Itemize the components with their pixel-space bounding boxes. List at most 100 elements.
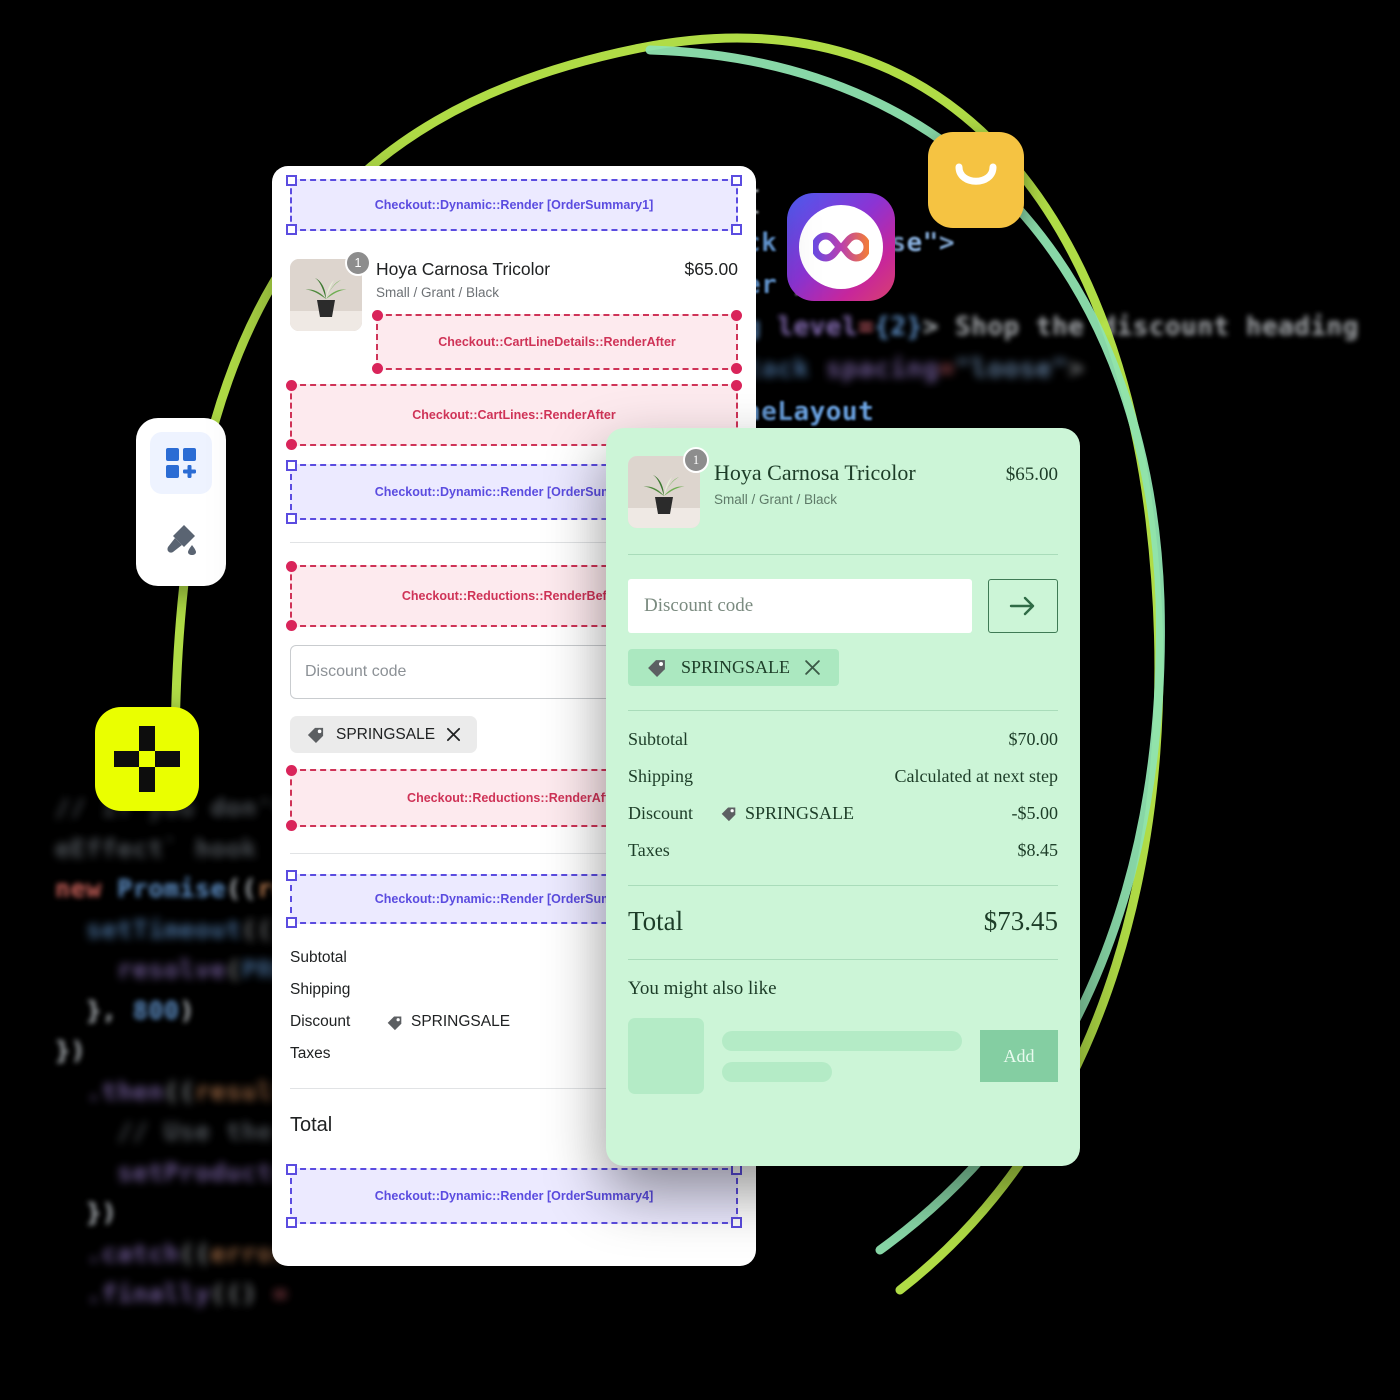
grid-plus-icon [166,448,196,478]
suggestion-text-placeholders [722,1030,962,1082]
paintbrush-icon[interactable] [150,508,212,570]
discount-code-label: SPRINGSALE [411,1013,511,1030]
handle-top-left[interactable] [286,765,297,776]
product-price: $65.00 [684,259,738,279]
apply-discount-button[interactable] [988,579,1058,633]
handle-top-left[interactable] [372,310,383,321]
skeleton-line-primary [722,1030,962,1051]
handle-bottom-right[interactable] [731,1217,742,1228]
close-icon[interactable] [804,659,821,676]
total-line-label: Subtotal [628,729,689,749]
tag-icon [307,727,324,744]
suggestion-row: Add [628,1018,1058,1094]
total-line-label: Taxes [628,840,670,860]
annotation-label: Checkout::CartLineDetails::RenderAfter [438,335,676,349]
handle-top-left[interactable] [286,561,297,572]
total-line-label: Subtotal [290,949,347,966]
handle-top-right[interactable] [731,175,742,186]
divider [628,710,1058,711]
total-row: Total $73.45 [628,906,1058,937]
total-line-label: Taxes [290,1045,331,1062]
discount-entry-row: Discount code [628,579,1058,633]
styled-checkout-card: 1 Hoya Carnosa Tricolor $65.00 Small / G… [606,428,1080,1166]
infinity-app-icon[interactable] [787,193,895,301]
product-thumbnail-wrap: 1 [290,250,371,331]
order-totals-list: Subtotal $70.00 Shipping Calculated at next… [628,721,1058,869]
annotation-label: Checkout::Reductions::RenderBefore [401,589,627,603]
total-line-value: $8.45 [1017,840,1059,860]
add-suggestion-button[interactable]: Add [980,1030,1058,1082]
product-title: Hoya Carnosa Tricolor [376,259,551,279]
annotation-label: Checkout::CartLines::RenderAfter [412,408,616,422]
handle-bottom-left[interactable] [286,513,297,524]
handle-top-left[interactable] [286,460,297,471]
total-line-discount-code: SPRINGSALE [720,803,854,824]
total-line-value: Calculated at next step [894,766,1058,786]
handle-bottom-left[interactable] [372,363,383,374]
total-line-label: Shipping [290,981,351,998]
add-button-label: Add [1003,1045,1035,1066]
total-line-discount-code: SPRINGSALE [386,1013,510,1031]
total-line-value: $70.00 [1008,729,1059,749]
handle-bottom-left[interactable] [286,917,297,928]
add-block-icon[interactable] [150,432,212,494]
suggestions-title: You might also like [628,978,777,999]
infinity-disc [799,205,883,289]
handle-top-left[interactable] [286,175,297,186]
handle-bottom-left[interactable] [286,224,297,235]
discount-code-label: SPRINGSALE [681,657,791,677]
divider [628,554,1058,555]
cart-line-item: 1 Hoya Carnosa Tricolor $65.00 Small / G… [290,250,742,374]
handle-top-right[interactable] [731,310,742,321]
shopping-bag-icon[interactable] [928,132,1024,228]
product-variant: Small / Grant / Black [376,285,500,300]
discount-code-input[interactable]: Discount code [628,579,972,633]
annotation-cartlinedetails-after[interactable]: Checkout::CartLineDetails::RenderAfter [372,310,742,374]
handle-bottom-right[interactable] [731,224,742,235]
total-line-row: Taxes $8.45 [628,832,1058,869]
handle-bottom-left[interactable] [286,820,297,831]
plus-center-notch [139,751,155,767]
tag-icon [387,1016,402,1030]
annotation-order-summary-4[interactable]: Checkout::Dynamic::Render [OrderSummary4… [286,1164,742,1228]
divider [628,959,1058,960]
product-title: Hoya Carnosa Tricolor [714,460,916,485]
discount-code-label: SPRINGSALE [745,803,855,823]
infinity-icon [813,232,869,262]
quantity-badge: 1 [683,447,709,473]
suggestion-image-placeholder [628,1018,704,1094]
tag-icon [648,660,665,677]
composite-scene: {ck g="loose">er />g level={2}> Shop the… [0,0,1400,1400]
handle-bottom-left[interactable] [286,620,297,631]
plus-block-icon[interactable] [95,707,199,811]
skeleton-line-secondary [722,1061,833,1082]
close-icon[interactable] [446,727,461,742]
annotation-label: Checkout::Reductions::RenderAfter [407,791,621,805]
handle-bottom-left[interactable] [286,1217,297,1228]
applied-discount-pill[interactable]: SPRINGSALE [628,649,840,686]
cart-line-body: Hoya Carnosa Tricolor $65.00 Small / Gra… [714,456,1058,507]
annotation-order-summary-1[interactable]: Checkout::Dynamic::Render [OrderSummary1… [286,175,742,235]
handle-bottom-left[interactable] [286,439,297,450]
total-value: $73.45 [983,906,1058,936]
divider [628,885,1058,886]
cart-line-body: Hoya Carnosa Tricolor $65.00 Small / Gra… [372,259,742,374]
handle-top-right[interactable] [731,380,742,391]
handle-top-left[interactable] [286,870,297,881]
total-line-value: -$5.00 [1011,803,1059,823]
total-line-label: Discount [628,803,693,823]
total-label: Total [628,906,684,936]
handle-bottom-right[interactable] [731,363,742,374]
applied-discount-pill[interactable]: SPRINGSALE [290,716,478,753]
editor-tool-rail[interactable] [136,418,226,586]
product-price: $65.00 [1005,464,1058,485]
product-thumbnail-wrap: 1 [628,447,709,528]
total-line-label: Shipping [628,766,694,786]
quantity-badge: 1 [345,250,371,276]
handle-top-left[interactable] [286,1164,297,1175]
handle-top-left[interactable] [286,380,297,391]
cart-line-item: 1 Hoya Carnosa Tricolor $65.00 Small / G… [628,447,1058,528]
total-line-row: Discount SPRINGSALE -$5.00 [628,795,1058,832]
brush-glyph-icon [167,525,196,555]
total-line-row: Subtotal $70.00 [628,721,1058,758]
